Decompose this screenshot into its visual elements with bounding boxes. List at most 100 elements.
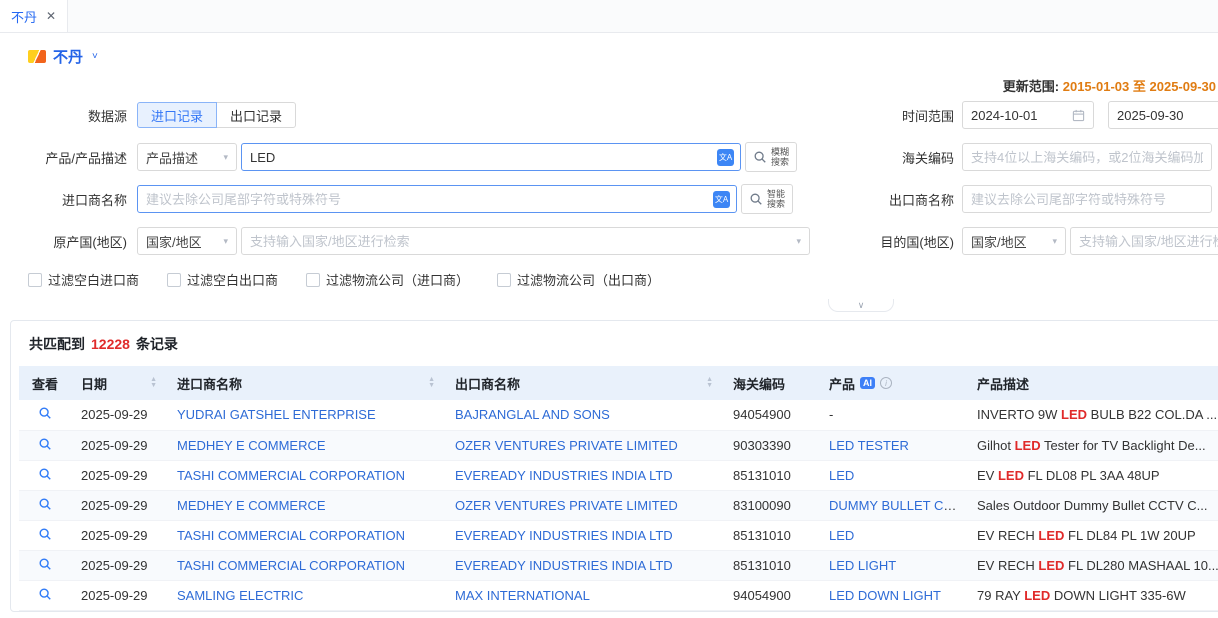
cell-description: Gilhot LED Tester for TV Backlight De...	[967, 430, 1218, 460]
smart-search-button[interactable]: 智能 搜索	[741, 184, 793, 214]
destination-type-select[interactable]: 国家/地区 ▾	[962, 227, 1066, 255]
importer-name-input[interactable]	[138, 192, 713, 207]
product-link[interactable]: DUMMY BULLET CCTV...	[829, 498, 967, 513]
importer-link[interactable]: MEDHEY E COMMERCE	[177, 498, 326, 513]
product-link[interactable]: LED	[829, 468, 854, 483]
smart-search-label: 智能 搜索	[767, 189, 785, 209]
cell-hs-code: 94054900	[723, 400, 819, 430]
date-start-input[interactable]: 2024-10-01	[962, 101, 1094, 129]
country-name[interactable]: 不丹	[53, 46, 83, 67]
exporter-label: 出口商名称	[872, 190, 962, 209]
product-type-value: 产品描述	[146, 148, 198, 167]
cell-hs-code: 94054900	[723, 580, 819, 610]
translate-icon[interactable]: 文A	[717, 149, 734, 166]
tab-bhutan[interactable]: 不丹 ✕	[0, 0, 68, 32]
country-header: 不丹 ˅	[0, 33, 1218, 76]
filter-row-importer: 进口商名称 文A 智能 搜索 出口商名称	[0, 184, 1218, 214]
chevron-down-icon[interactable]: ▾	[796, 236, 801, 247]
collapse-filter-button[interactable]: ∨	[828, 299, 894, 312]
filter-checkbox-row: 过滤空白进口商 过滤空白出口商 过滤物流公司（进口商） 过滤物流公司（出口商）	[0, 270, 1218, 289]
importer-link[interactable]: TASHI COMMERCIAL CORPORATION	[177, 558, 405, 573]
filter-row-origin: 原产国(地区) 国家/地区 ▾ ▾ 目的国(地区) 国家/地区 ▾	[0, 226, 1218, 256]
customs-code-input[interactable]	[963, 150, 1211, 165]
importer-link[interactable]: YUDRAI GATSHEL ENTERPRISE	[177, 407, 376, 422]
close-icon[interactable]: ✕	[46, 9, 56, 23]
importer-link[interactable]: MEDHEY E COMMERCE	[177, 438, 326, 453]
exporter-link[interactable]: EVEREADY INDUSTRIES INDIA LTD	[455, 558, 673, 573]
importer-link[interactable]: TASHI COMMERCIAL CORPORATION	[177, 528, 405, 543]
cell-description: EV RECH LED FL DL84 PL 1W 20UP	[967, 520, 1218, 550]
cell-description: INVERTO 9W LED BULB B22 COL.DA ...	[967, 400, 1218, 430]
checkbox-icon[interactable]	[167, 273, 181, 287]
table-row: 2025-09-29 YUDRAI GATSHEL ENTERPRISE BAJ…	[19, 400, 1218, 430]
view-icon[interactable]	[38, 497, 52, 511]
checkbox-icon[interactable]	[306, 273, 320, 287]
translate-icon[interactable]: 文A	[713, 191, 730, 208]
match-prefix: 共匹配到	[29, 334, 85, 354]
sort-icon[interactable]: ▲▼	[150, 377, 157, 389]
view-icon[interactable]	[38, 467, 52, 481]
exporter-group: 出口商名称	[872, 184, 1212, 214]
exporter-link[interactable]: OZER VENTURES PRIVATE LIMITED	[455, 498, 678, 513]
origin-type-select[interactable]: 国家/地区 ▾	[137, 227, 237, 255]
tab-export-records[interactable]: 出口记录	[216, 102, 296, 128]
match-suffix: 条记录	[136, 334, 178, 354]
view-icon[interactable]	[38, 587, 52, 601]
destination-label: 目的国(地区)	[872, 232, 962, 251]
filter-row-product: 产品/产品描述 产品描述 ▾ 文A 模糊 搜索 海关编码	[0, 142, 1218, 172]
cell-hs-code: 85131010	[723, 520, 819, 550]
column-hs-code: 海关编码	[723, 366, 819, 400]
product-input[interactable]	[242, 150, 717, 165]
fuzzy-search-label: 模糊 搜索	[771, 147, 789, 167]
product-link[interactable]: LED	[829, 528, 854, 543]
cell-date: 2025-09-29	[71, 580, 167, 610]
cell-date: 2025-09-29	[71, 400, 167, 430]
results-table: 查看 日期 ▲▼ 进口商名称 ▲▼	[19, 366, 1218, 611]
cell-date: 2025-09-29	[71, 520, 167, 550]
checkbox-icon[interactable]	[497, 273, 511, 287]
filter-row-datasource: 数据源 进口记录 出口记录 时间范围 2024-10-01 2025-09-30	[0, 100, 1218, 130]
date-end-input[interactable]: 2025-09-30	[1108, 101, 1218, 129]
product-link[interactable]: LED TESTER	[829, 438, 909, 453]
tab-import-records[interactable]: 进口记录	[137, 102, 217, 128]
update-range-end: 2025-09-30	[1150, 79, 1217, 94]
checkbox-icon[interactable]	[28, 273, 42, 287]
exporter-name-input[interactable]	[963, 192, 1211, 207]
date-start-value: 2024-10-01	[971, 108, 1038, 123]
search-icon	[753, 150, 767, 164]
table-row: 2025-09-29 TASHI COMMERCIAL CORPORATION …	[19, 520, 1218, 550]
importer-label: 进口商名称	[0, 190, 137, 209]
exporter-link[interactable]: MAX INTERNATIONAL	[455, 588, 590, 603]
table-row: 2025-09-29 TASHI COMMERCIAL CORPORATION …	[19, 550, 1218, 580]
checkbox-filter-logistics-exporter[interactable]: 过滤物流公司（出口商）	[497, 270, 660, 289]
product-link[interactable]: LED DOWN LIGHT	[829, 588, 941, 603]
destination-country-input[interactable]	[1071, 234, 1218, 249]
product-link[interactable]: LED LIGHT	[829, 558, 896, 573]
chevron-down-icon[interactable]: ˅	[92, 51, 98, 62]
sort-icon[interactable]: ▲▼	[706, 377, 713, 389]
checkbox-filter-blank-exporter[interactable]: 过滤空白出口商	[167, 270, 278, 289]
view-icon[interactable]	[38, 406, 52, 420]
view-icon[interactable]	[38, 527, 52, 541]
fuzzy-search-button[interactable]: 模糊 搜索	[745, 142, 797, 172]
checkbox-filter-blank-importer[interactable]: 过滤空白进口商	[28, 270, 139, 289]
origin-country-input[interactable]	[242, 234, 796, 249]
importer-link[interactable]: TASHI COMMERCIAL CORPORATION	[177, 468, 405, 483]
product-type-select[interactable]: 产品描述 ▾	[137, 143, 237, 171]
filter-panel: 更新范围: 2015-01-03 至 2025-09-30 数据源 进口记录 出…	[0, 76, 1218, 312]
cell-hs-code: 85131010	[723, 460, 819, 490]
view-icon[interactable]	[38, 437, 52, 451]
cell-date: 2025-09-29	[71, 460, 167, 490]
exporter-link[interactable]: EVEREADY INDUSTRIES INDIA LTD	[455, 528, 673, 543]
importer-link[interactable]: SAMLING ELECTRIC	[177, 588, 303, 603]
view-icon[interactable]	[38, 557, 52, 571]
cell-description: EV LED FL DL08 PL 3AA 48UP	[967, 460, 1218, 490]
checkbox-filter-logistics-importer[interactable]: 过滤物流公司（进口商）	[306, 270, 469, 289]
exporter-link[interactable]: EVEREADY INDUSTRIES INDIA LTD	[455, 468, 673, 483]
info-icon[interactable]: i	[880, 377, 892, 389]
column-date: 日期 ▲▼	[71, 366, 167, 400]
exporter-link[interactable]: BAJRANGLAL AND SONS	[455, 407, 610, 422]
update-range-to: 至	[1133, 79, 1146, 94]
sort-icon[interactable]: ▲▼	[428, 377, 435, 389]
exporter-link[interactable]: OZER VENTURES PRIVATE LIMITED	[455, 438, 678, 453]
